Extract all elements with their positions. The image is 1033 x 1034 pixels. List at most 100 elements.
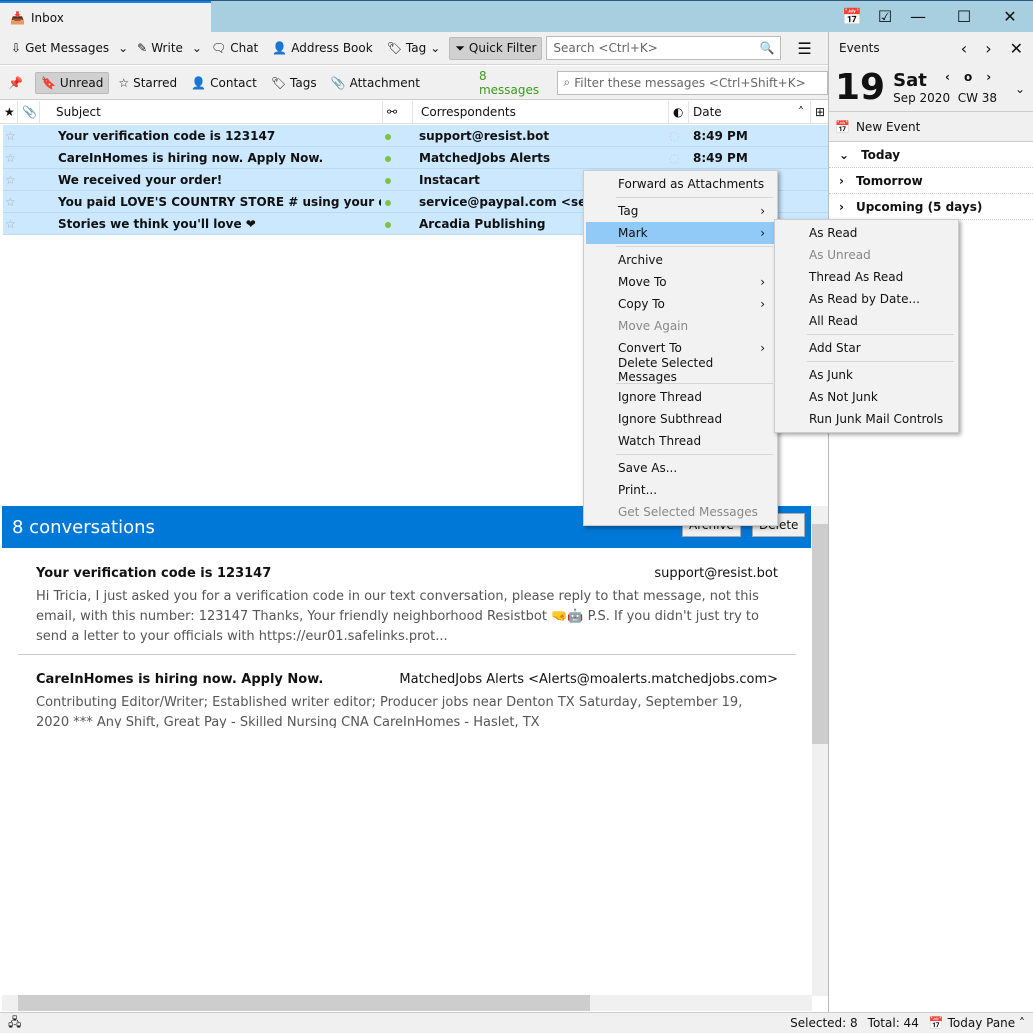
star-icon[interactable]: ☆ [3, 173, 41, 187]
prev-day-icon[interactable]: ‹ [945, 70, 950, 84]
next-icon[interactable]: › [985, 39, 991, 58]
unread-dot-icon[interactable] [381, 129, 411, 143]
thread-column-icon[interactable]: ⚯ [383, 101, 413, 123]
menu-item[interactable]: Mark › [586, 222, 775, 244]
tasks-icon[interactable]: ☑ [875, 7, 895, 26]
today-pane-toggle[interactable]: 📅 Today Pane ˄ [929, 1016, 1025, 1030]
chat-button[interactable]: 🗨 Chat [206, 38, 263, 58]
junk-status-icon[interactable]: ◌ [669, 151, 687, 165]
chevron-right-icon: › [760, 275, 765, 289]
contact-icon: 👤 [272, 41, 288, 55]
menu-item[interactable]: Watch Thread [586, 430, 775, 452]
agenda-section[interactable]: › Tomorrow [829, 168, 1033, 194]
chevron-right-icon: › [839, 173, 844, 188]
filter-starred[interactable]: ☆ Starred [113, 73, 182, 93]
star-icon[interactable]: ☆ [3, 151, 41, 165]
menu-item[interactable]: Tag › [586, 200, 775, 222]
menu-item[interactable]: Add Star [777, 337, 956, 359]
sort-ascending-icon: ˄ [798, 105, 804, 119]
unread-dot-icon[interactable] [381, 217, 411, 231]
date-column[interactable]: Date ˄ [689, 101, 811, 123]
filter-unread[interactable]: 🔖 Unread [34, 71, 110, 94]
filter-messages-input[interactable]: ⌕ Filter these messages <Ctrl+Shift+K> [556, 70, 828, 95]
scroll-thumb[interactable] [18, 995, 590, 1011]
star-column-icon[interactable]: ★ [0, 101, 18, 123]
scroll-thumb[interactable] [812, 524, 828, 744]
status-bar: 🖧 Selected: 8 Total: 44 📅 Today Pane ˄ [0, 1012, 1033, 1033]
summary-item[interactable]: CareInHomes is hiring now. Apply Now. Mat… [36, 672, 778, 728]
menu-item[interactable]: Move Again [586, 315, 775, 337]
column-header: ★ 📎 Subject ⚯ Correspondents ◐ Date ˄ ⊞ [0, 101, 828, 124]
menu-item[interactable]: As Junk [777, 364, 956, 386]
horizontal-scrollbar[interactable] [2, 995, 812, 1011]
junk-status-icon[interactable]: ◌ [669, 129, 687, 143]
chevron-down-icon[interactable]: ⌄ [118, 41, 128, 55]
filter-tags[interactable]: 🏷 Tags [266, 73, 322, 93]
menu-item[interactable]: Get Selected Messages [586, 501, 775, 523]
today-icon[interactable]: o [964, 70, 972, 84]
star-icon[interactable]: ☆ [3, 129, 41, 143]
vertical-scrollbar[interactable] [812, 506, 828, 996]
chevron-down-icon[interactable]: ⌄ [192, 41, 202, 55]
menu-item[interactable]: Run Junk Mail Controls [777, 408, 956, 430]
unread-dot-icon[interactable] [381, 173, 411, 187]
close-button[interactable]: ✕ [987, 7, 1033, 26]
online-status-icon[interactable]: 🖧 [8, 1013, 21, 1034]
message-row[interactable]: ☆ Your verification code is 123147 suppo… [3, 125, 828, 147]
filter-attachment[interactable]: 📎 Attachment [326, 73, 425, 93]
filter-contact[interactable]: 👤 Contact [186, 73, 262, 93]
unread-dot-icon[interactable] [381, 195, 411, 209]
agenda-section[interactable]: ⌄ Today [829, 142, 1033, 168]
menu-icon[interactable]: ☰ [797, 39, 811, 58]
menu-item[interactable]: Save As... [586, 457, 775, 479]
menu-item[interactable]: Copy To › [586, 293, 775, 315]
menu-item[interactable]: Ignore Subthread [586, 408, 775, 430]
menu-item[interactable]: All Read [777, 310, 956, 332]
column-picker-icon[interactable]: ⊞ [811, 101, 828, 123]
menu-item[interactable]: As Not Junk [777, 386, 956, 408]
agenda-section[interactable]: › Upcoming (5 days) [829, 194, 1033, 220]
new-event-button[interactable]: 📅 New Event [829, 112, 1033, 142]
menu-item[interactable]: As Unread [777, 244, 956, 266]
new-event-icon: 📅 [835, 119, 850, 134]
menu-item[interactable]: Ignore Thread [586, 386, 775, 408]
summary-item[interactable]: Your verification code is 123147 support@… [36, 566, 778, 647]
menu-separator [807, 334, 954, 335]
today-pane: Events ‹ › ✕ 19 Sat Sep 2020 CW 38 ‹ o › ⌄ 📅 N… [828, 32, 1033, 1012]
tab-inbox[interactable]: 📥 Inbox [0, 1, 211, 32]
unread-dot-icon[interactable] [381, 151, 411, 165]
chevron-right-icon: › [839, 199, 844, 214]
address-book-button[interactable]: 👤 Address Book [267, 38, 377, 58]
star-icon[interactable]: ☆ [3, 217, 41, 231]
calendar-icon[interactable]: 📅 [829, 7, 875, 26]
get-messages-button[interactable]: ⇩ Get Messages [6, 38, 114, 58]
junk-column-icon[interactable]: ◐ [669, 101, 689, 123]
menu-item[interactable]: Forward as Attachments [586, 173, 775, 195]
correspondents-column[interactable]: Correspondents [413, 101, 669, 123]
menu-item[interactable]: Move To › [586, 271, 775, 293]
paperclip-icon: 📎 [330, 75, 346, 90]
menu-item[interactable]: As Read [777, 222, 956, 244]
search-input[interactable]: Search <Ctrl+K> 🔍 [546, 36, 782, 60]
maximize-button[interactable]: ☐ [941, 7, 987, 26]
next-day-icon[interactable]: › [986, 70, 991, 84]
menu-item[interactable]: Archive [586, 249, 775, 271]
chevron-down-icon[interactable]: ⌄ [1015, 82, 1025, 96]
star-icon[interactable]: ☆ [3, 195, 41, 209]
write-button[interactable]: ✎ Write [132, 38, 188, 58]
menu-item[interactable]: Thread As Read [777, 266, 956, 288]
tag-button[interactable]: 🏷 Tag ⌄ [382, 38, 446, 58]
attachment-column-icon[interactable]: 📎 [18, 101, 40, 123]
message-row[interactable]: ☆ CareInHomes is hiring now. Apply Now. … [3, 147, 828, 169]
quick-filter-button[interactable]: ⏷ Quick Filter [449, 36, 543, 60]
menu-item[interactable]: Print... [586, 479, 775, 501]
subject-column[interactable]: Subject [40, 101, 383, 123]
menu-separator [616, 246, 773, 247]
menu-item[interactable]: As Read by Date... [777, 288, 956, 310]
main-toolbar: ⇩ Get Messages ⌄ ✎ Write ⌄ 🗨 Chat 👤 Address … [0, 32, 828, 65]
pin-icon[interactable]: 📌 [8, 76, 23, 90]
previous-icon[interactable]: ‹ [961, 39, 967, 58]
minimize-button[interactable]: — [895, 7, 941, 26]
menu-item[interactable]: Delete Selected Messages [586, 356, 775, 384]
close-icon[interactable]: ✕ [1010, 39, 1023, 58]
